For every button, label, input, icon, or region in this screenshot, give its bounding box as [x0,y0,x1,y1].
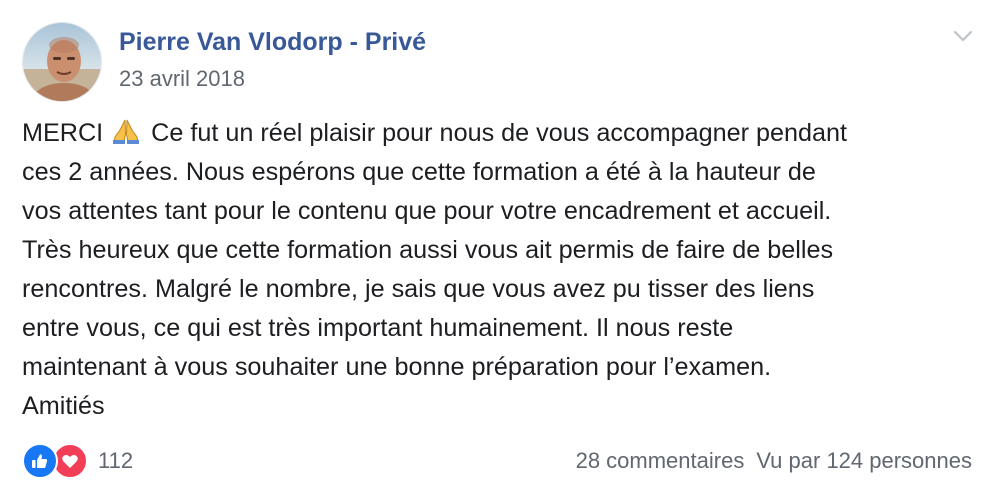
post-line: entre vous, ce qui est très important hu… [22,314,734,342]
reactions-summary[interactable]: 112 [22,443,134,479]
post-line: MERCI Ce fut un réel plaisir pour nous d… [22,114,977,153]
post-line: rencontres. Malgré le nombre, je sais qu… [22,275,815,303]
post-line: ces 2 années. Nous espérons que cette fo… [22,158,816,186]
seen-by-link[interactable]: Vu par 124 personnes [756,448,972,473]
post-line-end: Ce fut un réel plaisir pour nous de vous… [144,119,848,147]
like-icon [22,443,58,479]
author-avatar[interactable] [22,22,102,102]
post-line: vos attentes tant pour le contenu que po… [22,197,832,225]
post-line: Très heureux que cette formation aussi v… [22,236,834,264]
post-stats: 28 commentaires Vu par 124 personnes [576,448,972,474]
post-text: MERCI Ce fut un réel plaisir pour nous d… [22,114,977,426]
post-line: Amitiés [22,392,105,420]
chevron-down-icon[interactable] [951,24,975,48]
reaction-count: 112 [98,448,134,473]
folded-hands-emoji [111,117,141,144]
post-line: maintenant à vous souhaiter une bonne pr… [22,353,772,381]
author-name[interactable]: Pierre Van Vlodorp - Privé [119,28,426,57]
post-date[interactable]: 23 avril 2018 [119,66,245,92]
avatar-photo [23,23,101,101]
post-line-start: MERCI [22,119,111,147]
comments-link[interactable]: 28 commentaires [576,448,745,473]
post-card: Pierre Van Vlodorp - Privé 23 avril 2018… [0,0,996,500]
